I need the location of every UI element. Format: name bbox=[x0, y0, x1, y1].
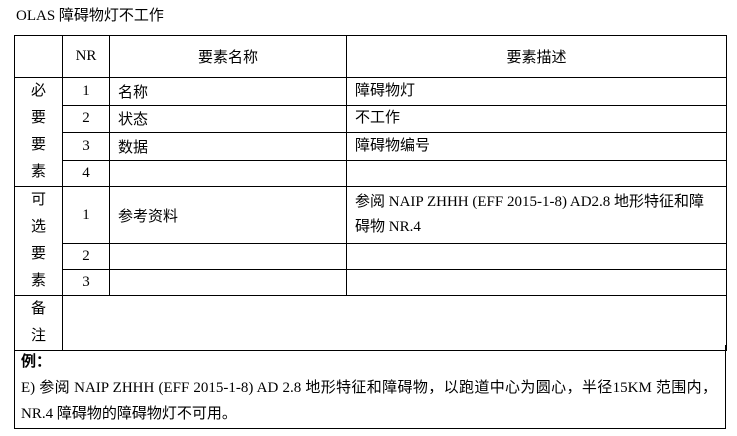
row-name: 状态 bbox=[109, 104, 347, 133]
table-row: 2 状态 不工作 bbox=[15, 104, 727, 133]
table-row: 2 bbox=[15, 243, 727, 271]
example-text: E) 参阅 NAIP ZHHH (EFF 2015-1-8) AD 2.8 地形… bbox=[21, 380, 717, 422]
row-nr: 4 bbox=[62, 159, 110, 187]
header-element-desc: 要素描述 bbox=[346, 35, 727, 78]
group-char: 要 bbox=[30, 246, 46, 262]
group-char: 素 bbox=[30, 273, 46, 289]
table-row: 必 要 要 素 1 名称 障碍物灯 bbox=[14, 77, 727, 187]
row-desc bbox=[346, 269, 727, 296]
table-row: 可 选 要 素 1 参考资料 参阅 NAIP ZHHH (EFF 2015-1-… bbox=[14, 185, 727, 296]
group-char: 必 bbox=[30, 83, 46, 99]
group-char: 要 bbox=[30, 137, 46, 153]
group-char: 备 bbox=[30, 301, 46, 317]
notam-element-table: NR 要素名称 要素描述 必 要 要 素 1 名称 障碍物灯 2 状态 不工作 … bbox=[14, 35, 727, 351]
table-row: 3 bbox=[15, 269, 727, 296]
row-name bbox=[109, 159, 347, 187]
row-nr: 3 bbox=[62, 269, 110, 296]
row-nr: 2 bbox=[62, 243, 110, 271]
row-nr: 1 bbox=[62, 77, 110, 106]
group-optional: 可 选 要 素 bbox=[14, 186, 63, 296]
group-char: 素 bbox=[30, 164, 46, 180]
document-title: OLAS 障碍物灯不工作 bbox=[16, 8, 164, 24]
note-content bbox=[62, 295, 727, 351]
row-desc: 障碍物编号 bbox=[346, 132, 727, 161]
header-element-name: 要素名称 bbox=[109, 35, 347, 78]
row-name: 参考资料 bbox=[109, 185, 347, 245]
row-nr: 1 bbox=[62, 185, 110, 245]
row-desc: 参阅 NAIP ZHHH (EFF 2015-1-8) AD2.8 地形特征和障… bbox=[346, 185, 727, 245]
table-header-row: NR 要素名称 要素描述 bbox=[14, 35, 727, 78]
group-char: 要 bbox=[30, 110, 46, 126]
row-nr: 2 bbox=[62, 104, 110, 133]
group-char: 可 bbox=[30, 192, 46, 208]
table-row: 4 bbox=[15, 159, 727, 187]
example-box: 例： E) 参阅 NAIP ZHHH (EFF 2015-1-8) AD 2.8… bbox=[14, 345, 726, 429]
row-desc bbox=[346, 159, 727, 187]
row-name bbox=[109, 269, 347, 296]
group-note: 备 注 bbox=[14, 295, 63, 351]
row-name: 数据 bbox=[109, 132, 347, 161]
group-char: 选 bbox=[30, 219, 46, 235]
row-desc: 不工作 bbox=[346, 104, 727, 133]
header-blank-cell bbox=[14, 35, 63, 78]
note-row: 备 注 bbox=[14, 295, 727, 351]
row-nr: 3 bbox=[62, 132, 110, 161]
header-nr: NR bbox=[62, 35, 110, 78]
row-name: 名称 bbox=[109, 77, 347, 106]
row-desc: 障碍物灯 bbox=[346, 77, 727, 106]
row-desc bbox=[346, 243, 727, 271]
example-label: 例： bbox=[21, 354, 52, 370]
group-mandatory: 必 要 要 素 bbox=[14, 77, 63, 187]
row-name bbox=[109, 243, 347, 271]
table-row: 3 数据 障碍物编号 bbox=[15, 132, 727, 161]
